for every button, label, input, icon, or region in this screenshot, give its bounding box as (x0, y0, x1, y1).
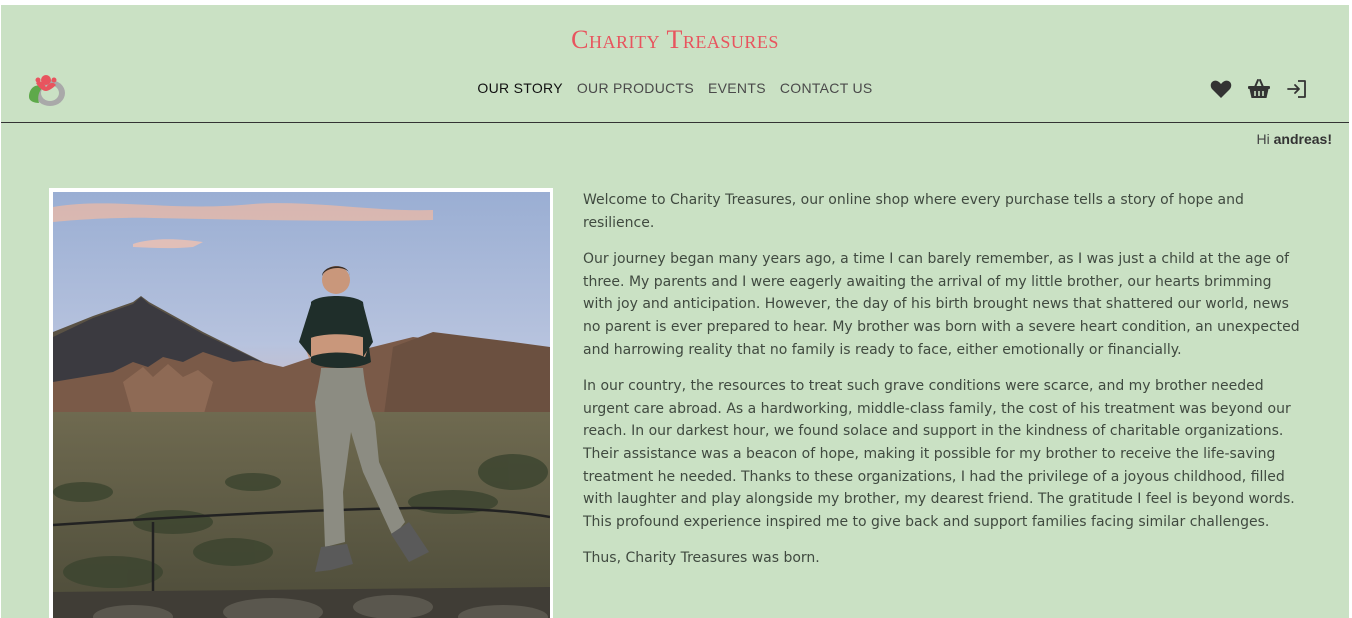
nav-our-story[interactable]: OUR STORY (470, 80, 569, 96)
greeting-prefix: Hi (1256, 131, 1270, 147)
nav-events[interactable]: EVENTS (701, 80, 773, 96)
nav-our-products[interactable]: OUR PRODUCTS (570, 80, 701, 96)
login-icon[interactable] (1285, 77, 1309, 101)
founder-photo (53, 192, 550, 618)
header-divider (1, 122, 1349, 123)
page: Charity Treasures OUR STORY OUR PRODUCTS… (1, 5, 1349, 618)
basket-icon[interactable] (1247, 77, 1271, 101)
story-photo (49, 188, 553, 618)
nav-contact-us[interactable]: CONTACT US (773, 80, 880, 96)
main-nav: OUR STORY OUR PRODUCTS EVENTS CONTACT US (1, 80, 1349, 96)
brand-title[interactable]: Charity Treasures (1, 25, 1349, 55)
header-actions (1209, 77, 1309, 101)
story-text: Welcome to Charity Treasures, our online… (583, 189, 1305, 584)
story-paragraph-2: Our journey began many years ago, a time… (583, 251, 1300, 358)
story-paragraph-3: In our country, the resources to treat s… (583, 378, 1295, 530)
story-paragraph-4: Thus, Charity Treasures was born. (583, 550, 820, 567)
user-greeting: Hi andreas! (1257, 131, 1332, 147)
user-name: andreas! (1273, 131, 1332, 147)
heart-icon[interactable] (1209, 77, 1233, 101)
story-paragraph-1: Welcome to Charity Treasures, our online… (583, 192, 1244, 231)
